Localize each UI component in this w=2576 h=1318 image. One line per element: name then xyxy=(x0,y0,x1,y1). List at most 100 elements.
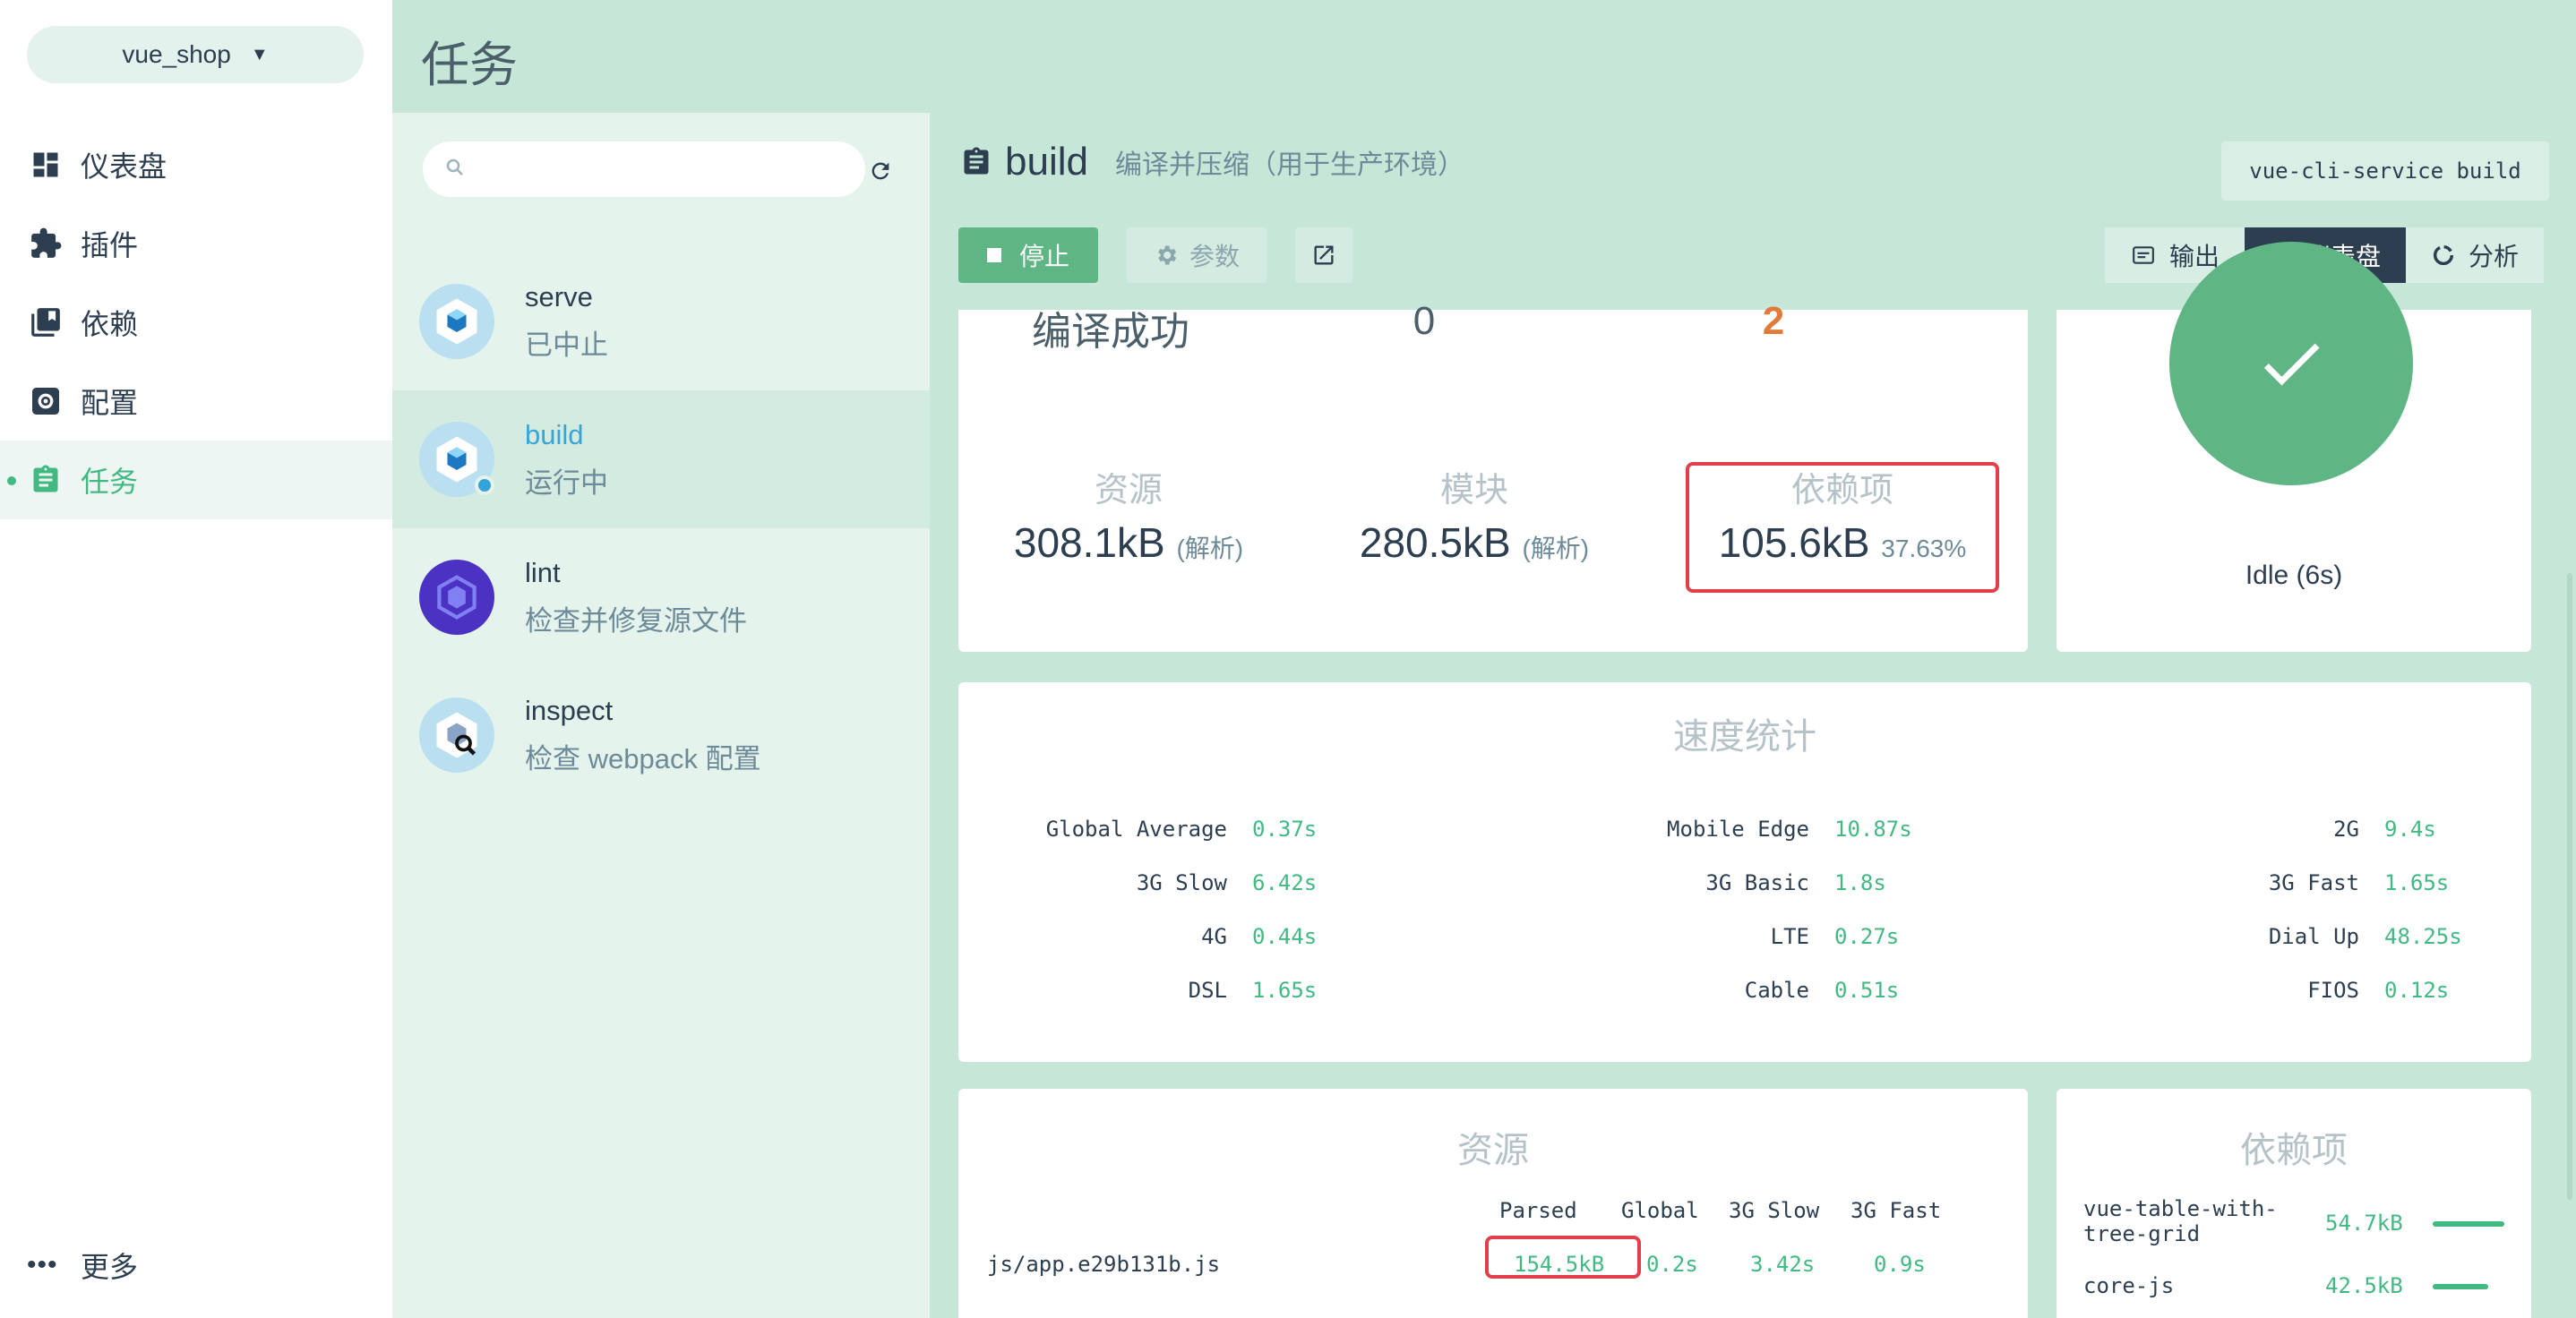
task-item-serve[interactable]: serve 已中止 xyxy=(392,252,930,390)
build-status-card: 编译成功 0 2 资源 308.1kB (解析) 模块 280.5kB (解析)… xyxy=(958,299,2028,652)
active-indicator xyxy=(7,476,16,485)
refresh-icon xyxy=(872,162,889,180)
refresh-button[interactable] xyxy=(858,149,903,193)
task-search[interactable] xyxy=(423,141,865,197)
tab-output-label: 输出 xyxy=(2169,243,2220,270)
task-status: 检查并修复源文件 xyxy=(525,604,747,637)
project-selector[interactable]: vue_shop ▼ xyxy=(27,26,364,83)
build-status-text: 编译成功 xyxy=(1032,310,1189,354)
stop-label: 停止 xyxy=(1018,243,1069,270)
highlight-box xyxy=(1485,1236,1641,1279)
asset-3g-fast-time: 0.9s xyxy=(1874,1252,1926,1277)
tab-analyze[interactable]: 分析 xyxy=(2406,227,2545,283)
parameters-label: 参数 xyxy=(1189,243,1240,270)
task-name: serve xyxy=(525,280,593,312)
task-name: build xyxy=(525,418,584,450)
search-input[interactable] xyxy=(478,155,837,184)
warning-count: 2 xyxy=(1762,299,1785,343)
page-title: 任务 xyxy=(421,39,518,92)
speed-stats-title: 速度统计 xyxy=(1673,717,1816,757)
asset-3g-slow-time: 3.42s xyxy=(1750,1252,1816,1277)
dependency-name: core-js xyxy=(2083,1273,2175,1298)
terminal-icon xyxy=(2133,246,2154,264)
task-header: build 编译并压缩（用于生产环境） xyxy=(960,140,1464,184)
project-name: vue_shop xyxy=(122,40,231,68)
task-detail-panel: build 编译并压缩（用于生产环境） vue-cli-service buil… xyxy=(930,113,2576,1318)
settings-icon xyxy=(27,382,64,420)
speed-stat: 4G 0.44s xyxy=(1201,924,1318,949)
speed-stat: Cable 0.51s xyxy=(1744,978,1900,1003)
error-count: 0 xyxy=(1413,299,1436,343)
speed-stat: LTE 0.27s xyxy=(1770,924,1900,949)
column-header: 3G Slow xyxy=(1729,1198,1820,1223)
speed-stat: 3G Basic 1.8s xyxy=(1705,870,1886,895)
sidebar: vue_shop ▼ 仪表盘 插件 依赖 配置 任务 ••• 更多 xyxy=(0,0,392,1318)
task-name: lint xyxy=(525,556,561,588)
assets-label: 资源 xyxy=(1094,472,1163,509)
nav-dashboard[interactable]: 仪表盘 xyxy=(0,125,392,204)
nav-config[interactable]: 配置 xyxy=(0,362,392,441)
dependencies-title: 依赖项 xyxy=(2240,1131,2348,1170)
more-dots-icon: ••• xyxy=(27,1250,58,1279)
dependency-size-bar xyxy=(2433,1284,2488,1289)
parameters-button[interactable]: 参数 xyxy=(1127,227,1267,283)
dashboard-icon xyxy=(27,146,64,184)
progress-card: Idle (6s) xyxy=(2057,242,2531,652)
task-description: 编译并压缩（用于生产环境） xyxy=(1114,150,1464,180)
task-item-inspect[interactable]: inspect 检查 webpack 配置 xyxy=(392,666,930,804)
nav-tasks-label: 任务 xyxy=(81,466,139,498)
dependency-name: vue-table-with-tree-grid xyxy=(2083,1196,2278,1246)
nav-plugins-label: 插件 xyxy=(81,229,139,261)
assets-size: 308.1kB xyxy=(1013,519,1165,566)
nav-config-label: 配置 xyxy=(81,387,139,419)
speed-stat: 2G 9.4s xyxy=(2333,817,2436,842)
open-external-button[interactable] xyxy=(1295,227,1352,283)
speed-stat: 3G Slow 6.42s xyxy=(1136,870,1318,895)
dependency-size: 42.5kB xyxy=(2325,1273,2403,1298)
dependency-size: 54.7kB xyxy=(2325,1211,2403,1236)
task-item-build[interactable]: build 运行中 xyxy=(392,390,930,528)
nav-plugins[interactable]: 插件 xyxy=(0,204,392,283)
speed-stat: 3G Fast 1.65s xyxy=(2268,870,2450,895)
task-item-lint[interactable]: lint 检查并修复源文件 xyxy=(392,528,930,666)
gear-icon xyxy=(1158,245,1177,265)
dependencies-card: 依赖项 vue-table-with-tree-grid 54.7kB core… xyxy=(2057,1089,2531,1318)
nav-dependencies-label: 依赖 xyxy=(81,308,139,340)
clipboard-icon xyxy=(27,461,64,499)
scrollbar[interactable] xyxy=(2567,573,2572,1200)
main-nav: 仪表盘 插件 依赖 配置 任务 xyxy=(0,125,392,519)
asset-file: js/app.e29b131b.js xyxy=(987,1252,1221,1277)
assets-note: (解析) xyxy=(1176,535,1244,562)
external-link-icon xyxy=(1314,245,1334,265)
nav-tasks[interactable]: 任务 xyxy=(0,441,392,519)
speed-stat: FIOS 0.12s xyxy=(2307,978,2450,1003)
speed-stat: Mobile Edge 10.87s xyxy=(1667,817,1912,842)
modules-size: 280.5kB xyxy=(1359,519,1511,566)
clipboard-icon xyxy=(964,147,989,175)
task-title: build xyxy=(1005,140,1088,184)
inspect-icon xyxy=(419,698,494,773)
column-header: 3G Fast xyxy=(1850,1198,1942,1223)
running-indicator xyxy=(475,475,494,495)
donut-chart-icon xyxy=(2433,244,2454,266)
nav-dependencies[interactable]: 依赖 xyxy=(0,283,392,362)
library-icon xyxy=(27,304,64,341)
task-status: 检查 webpack 配置 xyxy=(525,742,761,775)
task-status: 已中止 xyxy=(525,329,608,361)
stop-button[interactable]: 停止 xyxy=(958,227,1098,283)
speed-stat: DSL 1.65s xyxy=(1188,978,1318,1003)
stop-icon xyxy=(986,248,1001,262)
search-icon xyxy=(444,157,466,183)
eslint-icon xyxy=(419,560,494,635)
assets-card: 资源 Parsed Global 3G Slow 3G Fast js/app.… xyxy=(958,1089,2028,1318)
caret-down-icon: ▼ xyxy=(250,44,269,64)
checkmark-icon xyxy=(2263,343,2320,386)
nav-more[interactable]: ••• 更多 xyxy=(27,1245,138,1286)
success-indicator xyxy=(2169,242,2413,485)
task-name: inspect xyxy=(525,694,614,726)
modules-label: 模块 xyxy=(1439,472,1508,509)
column-header: Global xyxy=(1621,1198,1699,1223)
speed-stats-card: 速度统计 Global Average 0.37s Mobile Edge 10.8… xyxy=(958,682,2531,1062)
webpack-icon xyxy=(419,422,494,497)
asset-global-time: 0.2s xyxy=(1646,1252,1698,1277)
